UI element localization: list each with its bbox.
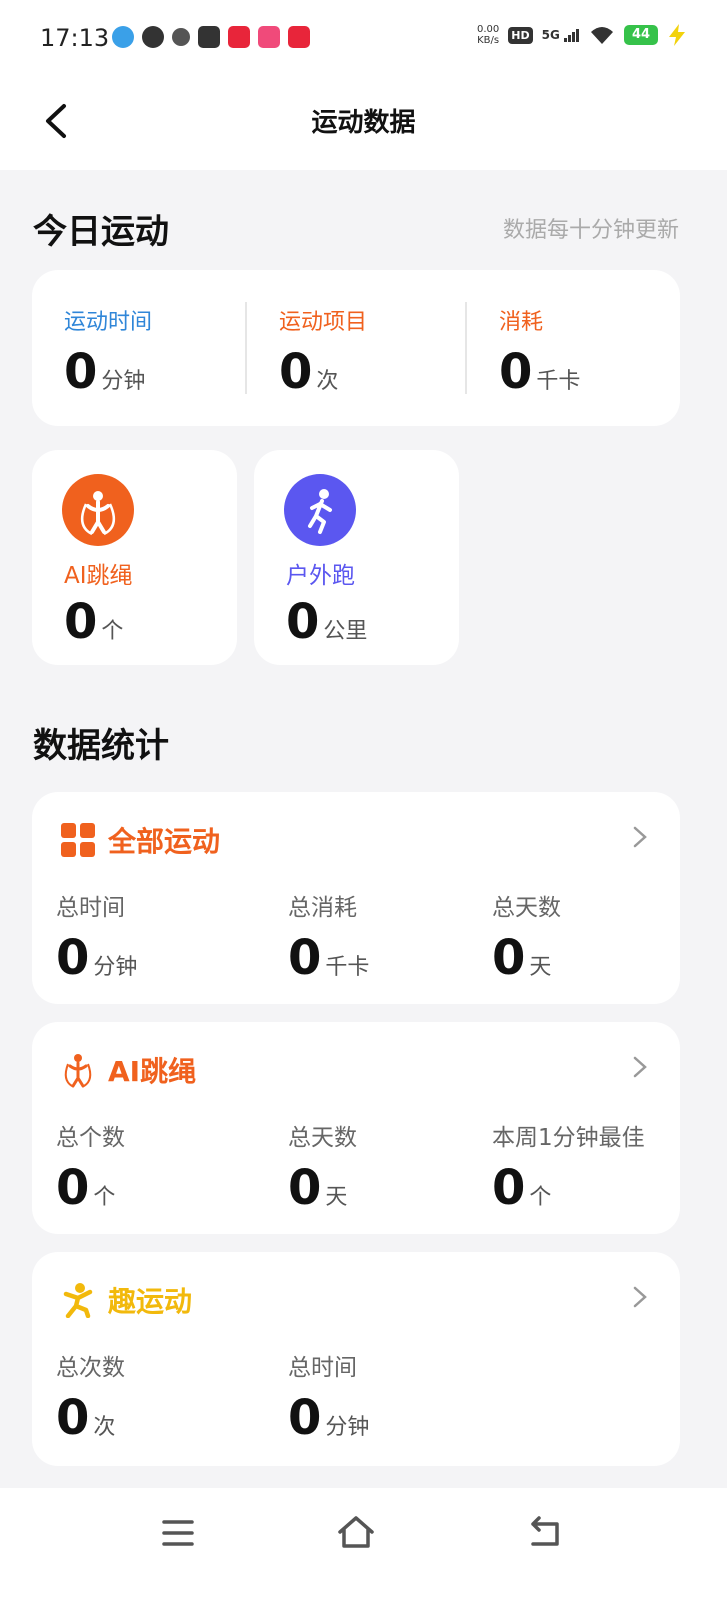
summary-exercise-items: 运动项目 0 次 — [279, 304, 367, 396]
summary-label: 运动时间 — [64, 310, 153, 335]
stats-section-title: 数据统计 — [33, 726, 169, 766]
mail-icon — [198, 26, 220, 48]
divider — [245, 302, 247, 394]
activity-label: 户外跑 — [286, 563, 355, 589]
summary-exercise-time: 运动时间 0 分钟 — [64, 304, 152, 396]
video-app-icon — [258, 26, 280, 48]
stat-weekly-best: 本周1分钟最佳 0个 — [492, 1125, 645, 1216]
charging-icon — [669, 24, 685, 46]
activity-unit: 个 — [101, 619, 124, 644]
status-time: 17:13 — [40, 24, 110, 52]
cloud-app-icon — [112, 26, 134, 48]
hd-icon: HD — [508, 26, 533, 44]
stat-total-days: 总天数 0天 — [288, 1125, 357, 1216]
summary-label: 消耗 — [499, 310, 544, 335]
stat-total-calories: 总消耗 0 千卡 — [288, 895, 370, 986]
menu-icon[interactable] — [148, 1508, 208, 1558]
summary-unit: 次 — [316, 369, 339, 394]
summary-value: 0 — [64, 344, 98, 400]
stat-total-count: 总个数 0个 — [56, 1125, 125, 1216]
home-icon[interactable] — [326, 1508, 386, 1558]
activity-unit: 公里 — [323, 619, 368, 644]
stats-card-jump-rope[interactable]: AI跳绳 总个数 0个 总天数 0天 本周1分钟最佳 0个 — [32, 1022, 680, 1234]
wifi-icon — [591, 27, 613, 44]
summary-unit: 分钟 — [101, 369, 146, 394]
summary-value: 0 — [499, 344, 533, 400]
shop-app-icon — [288, 26, 310, 48]
summary-value: 0 — [279, 344, 313, 400]
activity-value: 0 — [64, 594, 98, 650]
runner-icon — [284, 474, 356, 546]
stats-card-all-sports[interactable]: 全部运动 总时间 0 分钟 总消耗 0 千卡 总天数 0天 — [32, 792, 680, 1004]
signal-icon: 5G — [542, 28, 580, 42]
summary-unit: 千卡 — [536, 369, 581, 394]
stat-total-times: 总次数 0次 — [56, 1355, 125, 1446]
status-bar: 17:13 0.00 KB/s HD 5G 44 — [0, 0, 727, 80]
activity-label: AI跳绳 — [64, 563, 133, 589]
chevron-right-icon[interactable] — [628, 822, 652, 852]
stats-card-fun-exercise[interactable]: 趣运动 总次数 0次 总时间 0 分钟 — [32, 1252, 680, 1466]
grid-icon — [61, 823, 95, 857]
battery-icon: 44 — [624, 25, 658, 45]
page-title: 运动数据 — [311, 108, 416, 138]
jump-rope-icon — [62, 474, 134, 546]
shopping-app-icon — [228, 26, 250, 48]
system-navigation-bar — [0, 1488, 727, 1600]
network-speed: 0.00 KB/s — [477, 24, 500, 46]
fun-exercise-icon — [63, 1283, 93, 1318]
cloud-app-icon — [172, 28, 190, 46]
activity-card-outdoor-run[interactable]: 户外跑 0 公里 — [254, 450, 459, 665]
chevron-right-icon[interactable] — [628, 1052, 652, 1082]
back-icon[interactable] — [515, 1508, 575, 1558]
notification-icons — [112, 26, 310, 48]
stat-total-time: 总时间 0 分钟 — [56, 895, 138, 986]
summary-label: 运动项目 — [279, 310, 368, 335]
chevron-right-icon[interactable] — [628, 1282, 652, 1312]
header: 运动数据 — [0, 80, 727, 170]
card-title: 全部运动 — [108, 825, 221, 858]
divider — [465, 302, 467, 394]
today-section-title: 今日运动 — [33, 212, 169, 252]
activity-card-jump-rope[interactable]: AI跳绳 0 个 — [32, 450, 237, 665]
system-icons: 0.00 KB/s HD 5G 44 — [477, 24, 687, 46]
stat-total-time: 总时间 0 分钟 — [288, 1355, 370, 1446]
activity-value: 0 — [286, 594, 320, 650]
card-title: AI跳绳 — [108, 1055, 197, 1088]
summary-calories: 消耗 0 千卡 — [499, 304, 580, 396]
today-summary-card: 运动时间 0 分钟 运动项目 0 次 消耗 0 千卡 — [32, 270, 680, 426]
message-icon — [142, 26, 164, 48]
update-note: 数据每十分钟更新 — [502, 218, 679, 243]
card-title: 趣运动 — [108, 1285, 193, 1318]
stat-total-days: 总天数 0天 — [492, 895, 561, 986]
jump-rope-icon — [64, 1054, 92, 1088]
